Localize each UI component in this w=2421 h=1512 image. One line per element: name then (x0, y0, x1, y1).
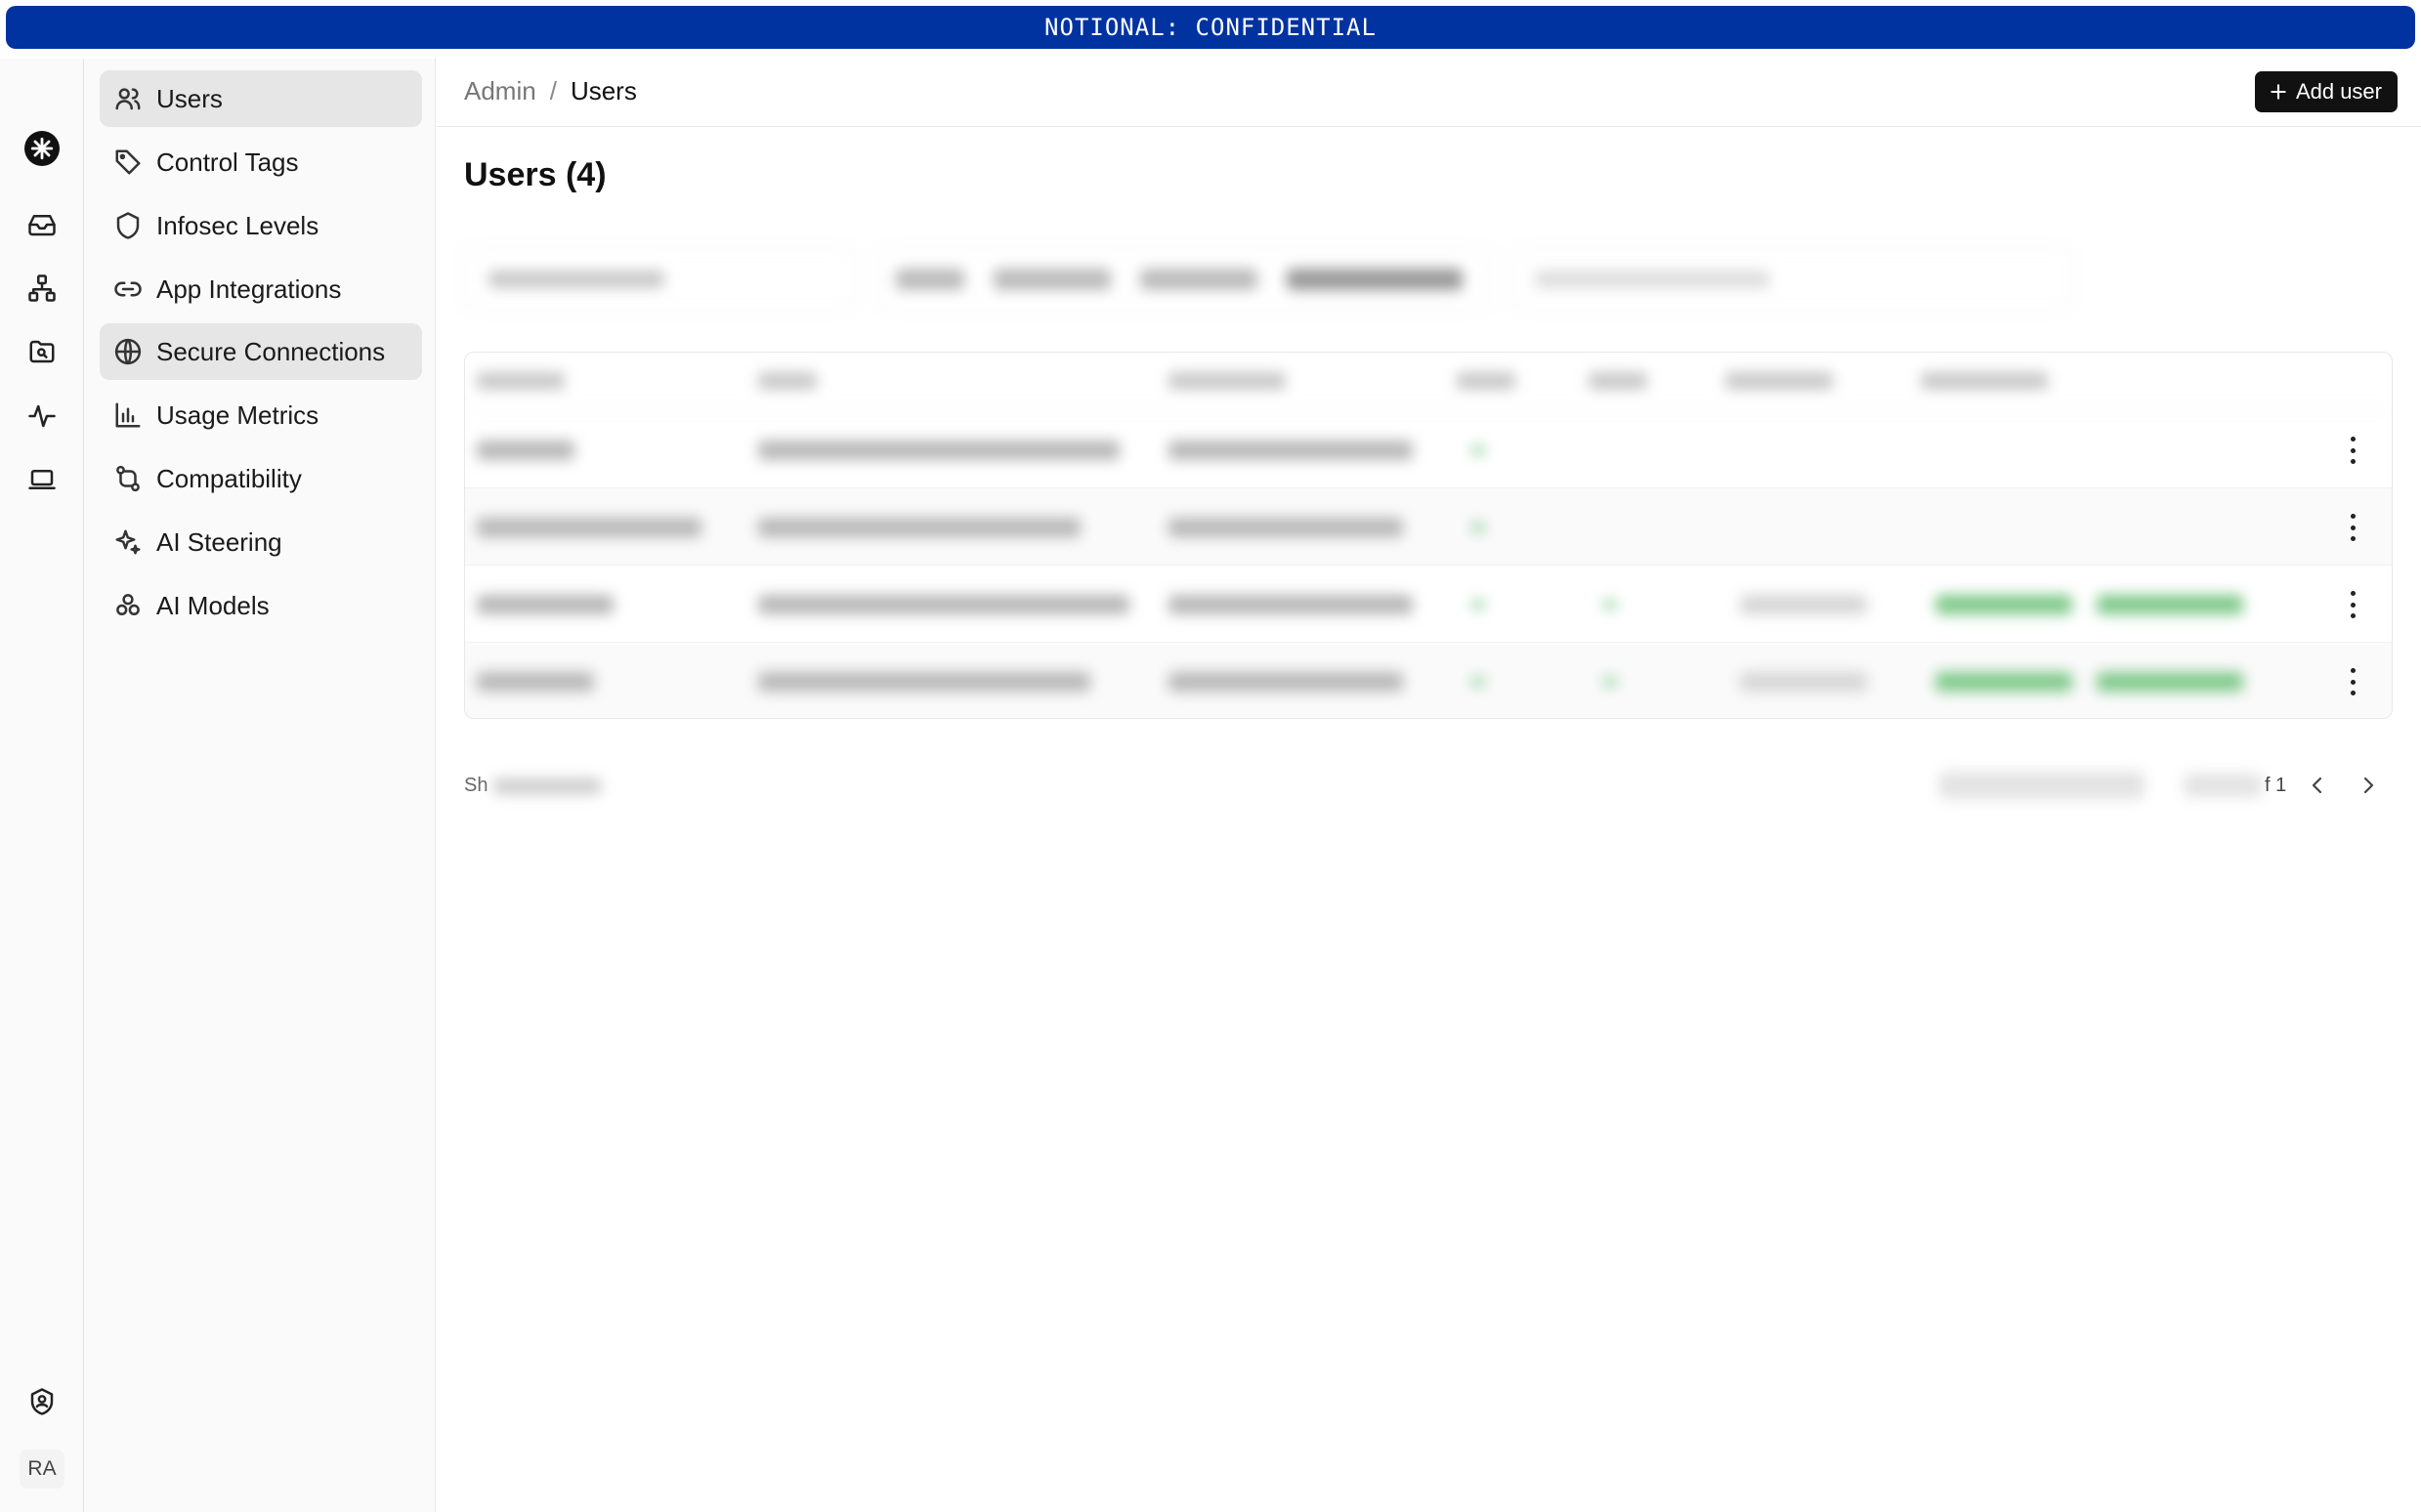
table-row[interactable] (465, 566, 2392, 643)
table-row[interactable] (465, 488, 2392, 566)
users-icon (115, 88, 141, 110)
activity-icon[interactable] (26, 400, 58, 432)
sidebar-item-usage-metrics[interactable]: Usage Metrics (100, 387, 422, 443)
models-icon (116, 594, 140, 615)
sidebar-item-label: Users (156, 83, 223, 113)
row-actions-icon[interactable] (2349, 437, 2357, 464)
shield-icon (116, 212, 140, 239)
globe-icon (114, 338, 142, 365)
sidebar-item-infosec-levels[interactable]: Infosec Levels (100, 197, 422, 254)
table-header (465, 353, 2392, 411)
table-row[interactable] (465, 643, 2392, 718)
sidebar-item-label: AI Models (156, 590, 270, 620)
admin-sidebar: Users Control Tags Infosec Levels App In… (84, 59, 436, 1512)
chevron-left-icon[interactable] (2306, 774, 2329, 797)
users-table (464, 352, 2393, 719)
sidebar-item-compatibility[interactable]: Compatibility (100, 450, 422, 507)
sidebar-item-control-tags[interactable]: Control Tags (100, 134, 422, 190)
icon-rail (0, 59, 84, 1512)
sidebar-item-label: Infosec Levels (156, 210, 319, 240)
folder-search-icon[interactable] (26, 336, 58, 367)
row-actions-icon[interactable] (2349, 668, 2357, 695)
git-compare-icon (116, 465, 140, 492)
page-title: Users (4) (464, 156, 607, 193)
table-row[interactable] (465, 411, 2392, 488)
sidebar-item-label: Secure Connections (156, 336, 386, 366)
sidebar-item-label: Compatibility (156, 463, 302, 493)
breadcrumb-users: Users (570, 76, 637, 105)
tag-icon (115, 149, 141, 175)
plus-icon (2271, 84, 2286, 100)
breadcrumb-separator: / (549, 76, 557, 105)
shield-user-icon[interactable] (26, 1386, 58, 1417)
filter-dropdown[interactable] (464, 246, 855, 311)
status-filter-tabs[interactable] (877, 246, 1491, 311)
sidebar-item-secure-connections[interactable]: Secure Connections (100, 323, 422, 380)
inbox-icon[interactable] (26, 209, 58, 240)
sidebar-item-label: Usage Metrics (156, 399, 319, 430)
add-user-label: Add user (2295, 79, 2382, 104)
row-actions-icon[interactable] (2349, 591, 2357, 618)
breadcrumb: Admin / Users (464, 76, 637, 106)
logo-icon[interactable] (24, 131, 60, 166)
breadcrumb-admin[interactable]: Admin (464, 76, 536, 106)
row-actions-icon[interactable] (2349, 514, 2357, 541)
sidebar-item-users[interactable]: Users (100, 70, 422, 127)
top-bar: Admin / Users Add user (437, 59, 2421, 127)
row-count-text: Sh (464, 775, 602, 797)
page-indicator: f 1 (2265, 775, 2287, 796)
rows-per-page-select[interactable] (1939, 772, 2145, 799)
sidebar-item-label: Control Tags (156, 147, 299, 177)
row-count-blurred (493, 777, 602, 794)
add-user-button[interactable]: Add user (2254, 71, 2398, 112)
sidebar-item-label: AI Steering (156, 526, 282, 557)
bar-chart-icon (115, 402, 141, 428)
sidebar-item-label: App Integrations (156, 273, 342, 304)
laptop-icon[interactable] (26, 464, 58, 495)
link-icon (114, 281, 142, 297)
sidebar-item-ai-steering[interactable]: AI Steering (100, 514, 422, 570)
sidebar-item-ai-models[interactable]: AI Models (100, 577, 422, 634)
sidebar-item-app-integrations[interactable]: App Integrations (100, 261, 422, 317)
classification-banner: NOTIONAL: CONFIDENTIAL (6, 6, 2415, 49)
hierarchy-icon[interactable] (26, 273, 58, 304)
page-indicator-blurred (2184, 774, 2262, 797)
sparkles-icon (115, 529, 141, 555)
search-input[interactable] (1512, 246, 2071, 311)
chevron-right-icon[interactable] (2357, 774, 2380, 797)
avatar[interactable]: RA (20, 1449, 64, 1489)
